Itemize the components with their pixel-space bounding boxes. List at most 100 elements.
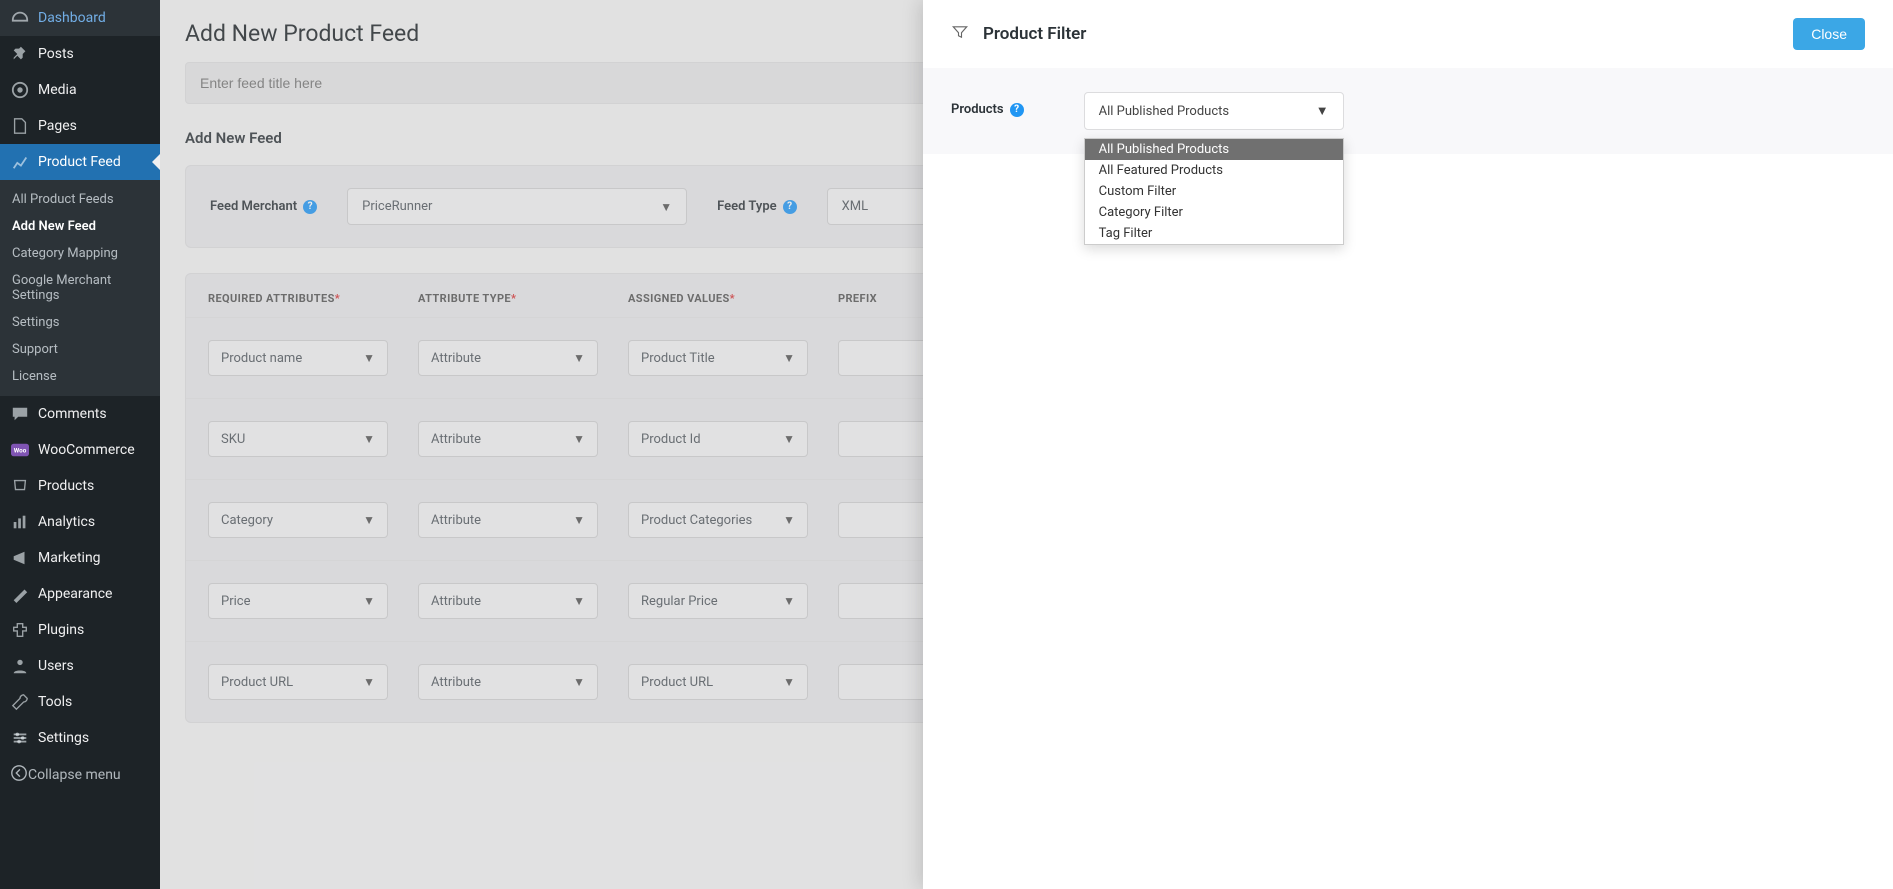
sidebar-item-label: Users xyxy=(38,658,74,674)
sidebar-subitem-google-merchant-settings[interactable]: Google Merchant Settings xyxy=(0,267,160,309)
assigned-value-select[interactable]: Product Title▼ xyxy=(628,340,808,376)
chevron-down-icon: ▼ xyxy=(783,432,795,446)
sidebar-subitem-category-mapping[interactable]: Category Mapping xyxy=(0,240,160,267)
chevron-down-icon: ▼ xyxy=(363,432,375,446)
sidebar-item-label: Posts xyxy=(38,46,74,62)
attribute-type-select[interactable]: Attribute▼ xyxy=(418,583,598,619)
sidebar-item-label: Plugins xyxy=(38,622,84,638)
required-attribute-select[interactable]: Price▼ xyxy=(208,583,388,619)
chevron-down-icon: ▼ xyxy=(573,351,585,365)
sidebar-item-products[interactable]: Products xyxy=(0,468,160,504)
feed-type-label: Feed Type ? xyxy=(717,199,797,214)
filter-icon xyxy=(951,23,969,45)
assigned-value-select[interactable]: Regular Price▼ xyxy=(628,583,808,619)
comment-icon xyxy=(10,404,30,424)
analytics-icon xyxy=(10,512,30,532)
sidebar-subitem-settings[interactable]: Settings xyxy=(0,309,160,336)
products-select[interactable]: All Published Products ▼ xyxy=(1084,92,1344,130)
pin-icon xyxy=(10,44,30,64)
sidebar-item-label: Products xyxy=(38,478,94,494)
sidebar-item-label: Media xyxy=(38,82,77,98)
help-icon[interactable]: ? xyxy=(1010,103,1024,117)
required-attribute-select[interactable]: Product name▼ xyxy=(208,340,388,376)
sidebar-item-label: Tools xyxy=(38,694,72,710)
chevron-down-icon: ▼ xyxy=(363,594,375,608)
sidebar-subitem-support[interactable]: Support xyxy=(0,336,160,363)
close-button[interactable]: Close xyxy=(1793,18,1865,50)
appearance-icon xyxy=(10,584,30,604)
sidebar-item-pages[interactable]: Pages xyxy=(0,108,160,144)
sidebar-item-appearance[interactable]: Appearance xyxy=(0,576,160,612)
collapse-icon xyxy=(10,764,28,786)
assigned-value-select[interactable]: Product URL▼ xyxy=(628,664,808,700)
chevron-down-icon: ▼ xyxy=(363,513,375,527)
required-attribute-select[interactable]: Category▼ xyxy=(208,502,388,538)
chevron-down-icon: ▼ xyxy=(573,675,585,689)
sidebar-item-settings[interactable]: Settings xyxy=(0,720,160,756)
tools-icon xyxy=(10,692,30,712)
panel-title: Product Filter xyxy=(983,24,1086,44)
woo-icon: Woo xyxy=(10,440,30,460)
chevron-down-icon: ▼ xyxy=(363,351,375,365)
feed-merchant-label: Feed Merchant ? xyxy=(210,199,317,214)
sidebar-submenu: All Product FeedsAdd New FeedCategory Ma… xyxy=(0,180,160,396)
assigned-value-select[interactable]: Product Categories▼ xyxy=(628,502,808,538)
sidebar-item-label: Analytics xyxy=(38,514,95,530)
help-icon[interactable]: ? xyxy=(303,200,317,214)
attribute-type-select[interactable]: Attribute▼ xyxy=(418,421,598,457)
chevron-down-icon: ▼ xyxy=(573,513,585,527)
sidebar-item-label: Product Feed xyxy=(38,154,121,170)
page-icon xyxy=(10,116,30,136)
dropdown-option[interactable]: Custom Filter xyxy=(1085,181,1343,202)
sidebar-subitem-add-new-feed[interactable]: Add New Feed xyxy=(0,213,160,240)
dropdown-option[interactable]: All Featured Products xyxy=(1085,160,1343,181)
chevron-down-icon: ▼ xyxy=(660,200,672,214)
plugin-icon xyxy=(10,620,30,640)
required-attribute-select[interactable]: Product URL▼ xyxy=(208,664,388,700)
chevron-down-icon: ▼ xyxy=(783,351,795,365)
chevron-down-icon: ▼ xyxy=(783,594,795,608)
sidebar-item-plugins[interactable]: Plugins xyxy=(0,612,160,648)
sidebar-item-dashboard[interactable]: Dashboard xyxy=(0,0,160,36)
attribute-type-select[interactable]: Attribute▼ xyxy=(418,340,598,376)
dropdown-option[interactable]: Tag Filter xyxy=(1085,223,1343,244)
sidebar-item-media[interactable]: Media xyxy=(0,72,160,108)
dropdown-option[interactable]: All Published Products xyxy=(1085,139,1343,160)
sidebar-subitem-all-product-feeds[interactable]: All Product Feeds xyxy=(0,186,160,213)
admin-sidebar: Dashboard Posts Media Pages Product Feed All … xyxy=(0,0,160,889)
sidebar-item-label: Dashboard xyxy=(38,10,106,26)
sidebar-item-tools[interactable]: Tools xyxy=(0,684,160,720)
sidebar-item-label: Comments xyxy=(38,406,107,422)
required-attribute-select[interactable]: SKU▼ xyxy=(208,421,388,457)
help-icon[interactable]: ? xyxy=(783,200,797,214)
sidebar-item-comments[interactable]: Comments xyxy=(0,396,160,432)
sidebar-item-label: Appearance xyxy=(38,586,112,602)
products-label: Products ? xyxy=(951,92,1024,117)
sidebar-item-product-feed[interactable]: Product Feed xyxy=(0,144,160,180)
chevron-down-icon: ▼ xyxy=(783,513,795,527)
dropdown-option[interactable]: Category Filter xyxy=(1085,202,1343,223)
feed-merchant-select[interactable]: PriceRunner ▼ xyxy=(347,188,687,225)
sidebar-item-analytics[interactable]: Analytics xyxy=(0,504,160,540)
svg-text:Woo: Woo xyxy=(14,447,27,455)
sidebar-item-marketing[interactable]: Marketing xyxy=(0,540,160,576)
media-icon xyxy=(10,80,30,100)
product-icon xyxy=(10,476,30,496)
sidebar-item-posts[interactable]: Posts xyxy=(0,36,160,72)
dashboard-icon xyxy=(10,8,30,28)
sidebar-item-label: Settings xyxy=(38,730,89,746)
attribute-type-select[interactable]: Attribute▼ xyxy=(418,664,598,700)
chevron-down-icon: ▼ xyxy=(573,432,585,446)
sidebar-item-users[interactable]: Users xyxy=(0,648,160,684)
users-icon xyxy=(10,656,30,676)
sidebar-item-label: Marketing xyxy=(38,550,101,566)
sidebar-item-woocommerce[interactable]: Woo WooCommerce xyxy=(0,432,160,468)
assigned-value-select[interactable]: Product Id▼ xyxy=(628,421,808,457)
chevron-down-icon: ▼ xyxy=(1316,103,1329,119)
attribute-type-select[interactable]: Attribute▼ xyxy=(418,502,598,538)
products-dropdown: All Published ProductsAll Featured Produ… xyxy=(1084,138,1344,245)
marketing-icon xyxy=(10,548,30,568)
collapse-menu[interactable]: Collapse menu xyxy=(0,756,160,794)
sidebar-item-label: WooCommerce xyxy=(38,442,135,458)
sidebar-subitem-license[interactable]: License xyxy=(0,363,160,390)
